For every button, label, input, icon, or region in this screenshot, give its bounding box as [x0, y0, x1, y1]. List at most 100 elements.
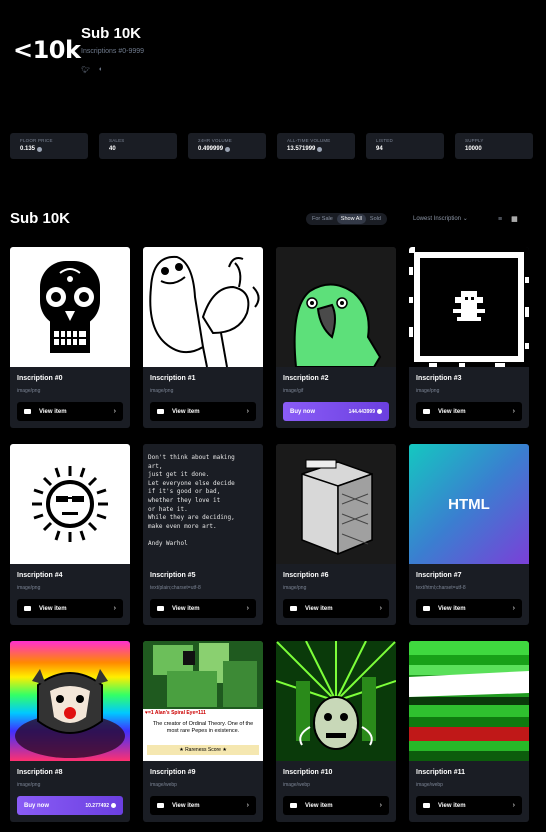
stat-all-time-volume: ALL-TIME VOLUME 13.571999: [277, 133, 355, 159]
stat-label: FLOOR PRICE: [20, 138, 53, 143]
view-item-button[interactable]: View item ›: [283, 599, 389, 618]
stat-label: SUPPLY: [465, 138, 484, 143]
stat-floor-price: FLOOR PRICE 0.135: [10, 133, 88, 159]
filter-for-sale[interactable]: For Sale: [308, 214, 337, 224]
view-item-button[interactable]: View item ›: [416, 599, 522, 618]
inscription-mime: image/png: [17, 388, 41, 394]
stat-label: SALES: [109, 138, 125, 143]
inscription-mime: text/html;charset=utf-8: [416, 585, 466, 591]
sale-filter: For Sale Show All Sold: [306, 213, 387, 225]
ticket-icon: [423, 606, 430, 611]
stat-value: 10000: [465, 146, 482, 152]
list-view-icon[interactable]: ≡: [498, 216, 502, 223]
stat-sales: SALES 40: [99, 133, 177, 159]
ticket-icon: [423, 409, 430, 414]
ticket-icon: [157, 606, 164, 611]
inscription-mime: image/gif: [283, 388, 304, 394]
inscription-card[interactable]: Inscription #3 image/png View item ›: [409, 247, 529, 428]
inscription-name: Inscription #1: [150, 375, 196, 382]
inscription-mime: image/webp: [283, 782, 310, 788]
inscription-image: [276, 444, 396, 564]
grid-view-icon[interactable]: ▦: [511, 216, 518, 223]
inscription-card[interactable]: ♥=1 Alan's Spiral Eye=111 The creator of…: [143, 641, 263, 822]
inscription-image: [10, 247, 130, 367]
inscription-mime: image/png: [17, 585, 41, 591]
stat-24hr-volume: 24HR VOLUME 0.499999: [188, 133, 266, 159]
button-label: View item: [438, 605, 466, 612]
social-links: 🐦︎ ◐: [81, 66, 103, 74]
inscription-card[interactable]: Inscription #0 image/png View item ›: [10, 247, 130, 428]
button-label: View item: [305, 605, 333, 612]
inscription-card[interactable]: Inscription #11 image/webp View item ›: [409, 641, 529, 822]
inscription-card[interactable]: HTML Inscription #7 text/html;charset=ut…: [409, 444, 529, 625]
buy-now-button[interactable]: Buy now 10.277492: [17, 796, 123, 815]
filter-sold[interactable]: Sold: [366, 214, 385, 224]
inscription-card[interactable]: Inscription #6 image/png View item ›: [276, 444, 396, 625]
view-item-button[interactable]: View item ›: [150, 796, 256, 815]
view-item-button[interactable]: View item ›: [416, 796, 522, 815]
buy-now-button[interactable]: Buy now 144.443999: [283, 402, 389, 421]
inscription-card[interactable]: Inscription #4 image/png View item ›: [10, 444, 130, 625]
inscription-mime: image/webp: [150, 782, 177, 788]
stat-label: LISTED: [376, 138, 393, 143]
inscription-card[interactable]: Inscription #2 image/gif Buy now 144.443…: [276, 247, 396, 428]
view-item-button[interactable]: View item ›: [150, 599, 256, 618]
view-item-button[interactable]: View item ›: [17, 402, 123, 421]
inscription-name: Inscription #3: [416, 375, 462, 382]
inscription-name: Inscription #6: [283, 572, 329, 579]
button-label: View item: [172, 605, 200, 612]
collection-header: <10k Sub 10K Inscriptions #0-9999 🐦︎ ◐: [0, 0, 546, 110]
inscription-name: Inscription #0: [17, 375, 63, 382]
chevron-right-icon: ›: [512, 408, 515, 415]
chevron-right-icon: ›: [512, 802, 515, 809]
stat-value: 40: [109, 146, 116, 152]
price: 10.277492: [85, 802, 109, 809]
inscription-mime: image/webp: [416, 782, 443, 788]
bitcoin-icon: [225, 146, 231, 152]
inscription-name: Inscription #9: [150, 769, 196, 776]
inscription-name: Inscription #8: [17, 769, 63, 776]
view-toggle: ≡ ▦: [498, 216, 518, 223]
discord-icon[interactable]: ◐: [99, 66, 103, 74]
filter-show-all[interactable]: Show All: [336, 214, 366, 224]
inscription-card[interactable]: Don't think about making art, just get i…: [143, 444, 263, 625]
inscription-image: [409, 247, 529, 367]
inscription-image: [276, 247, 396, 367]
view-item-button[interactable]: View item ›: [283, 796, 389, 815]
inscription-image: [10, 444, 130, 564]
stat-label: 24HR VOLUME: [198, 138, 232, 143]
chevron-right-icon: ›: [246, 605, 249, 612]
inscription-name: Inscription #5: [150, 572, 196, 579]
view-item-button[interactable]: View item ›: [150, 402, 256, 421]
button-label: View item: [172, 802, 200, 809]
inscription-image: Don't think about making art, just get i…: [143, 444, 263, 564]
ticket-icon: [157, 803, 164, 808]
inscription-name: Inscription #11: [416, 769, 466, 776]
inscription-mime: image/png: [17, 782, 41, 788]
stat-supply: SUPPLY 10000: [455, 133, 533, 159]
chevron-right-icon: ›: [113, 605, 116, 612]
inscription-name: Inscription #2: [283, 375, 329, 382]
view-item-button[interactable]: View item ›: [17, 599, 123, 618]
view-item-button[interactable]: View item ›: [416, 402, 522, 421]
button-label: View item: [39, 605, 67, 612]
theory-banner: ♥=1 Alan's Spiral Eye=111: [145, 710, 206, 716]
inscription-name: Inscription #4: [17, 572, 63, 579]
bitcoin-icon: [111, 803, 116, 808]
inscription-card[interactable]: Inscription #1 image/png View item ›: [143, 247, 263, 428]
chevron-right-icon: ›: [512, 605, 515, 612]
button-label: Buy now: [290, 408, 315, 415]
inscription-image: ♥=1 Alan's Spiral Eye=111 The creator of…: [143, 641, 263, 761]
inscription-card[interactable]: Inscription #8 image/png Buy now 10.2774…: [10, 641, 130, 822]
twitter-icon[interactable]: 🐦︎: [81, 66, 90, 74]
inscription-mime: text/plain;charset=utf-8: [150, 585, 201, 591]
inscription-grid: Inscription #0 image/png View item › Ins…: [10, 247, 529, 822]
inscription-image: [143, 247, 263, 367]
button-label: View item: [172, 408, 200, 415]
sort-dropdown[interactable]: Lowest Inscription ⌄: [413, 215, 468, 222]
collection-title: Sub 10K: [81, 25, 142, 42]
inscription-card[interactable]: Inscription #10 image/webp View item ›: [276, 641, 396, 822]
theory-footer: ★ Rareness Score ★: [179, 747, 227, 753]
inscription-name: Inscription #10: [283, 769, 333, 776]
chevron-right-icon: ›: [379, 605, 382, 612]
